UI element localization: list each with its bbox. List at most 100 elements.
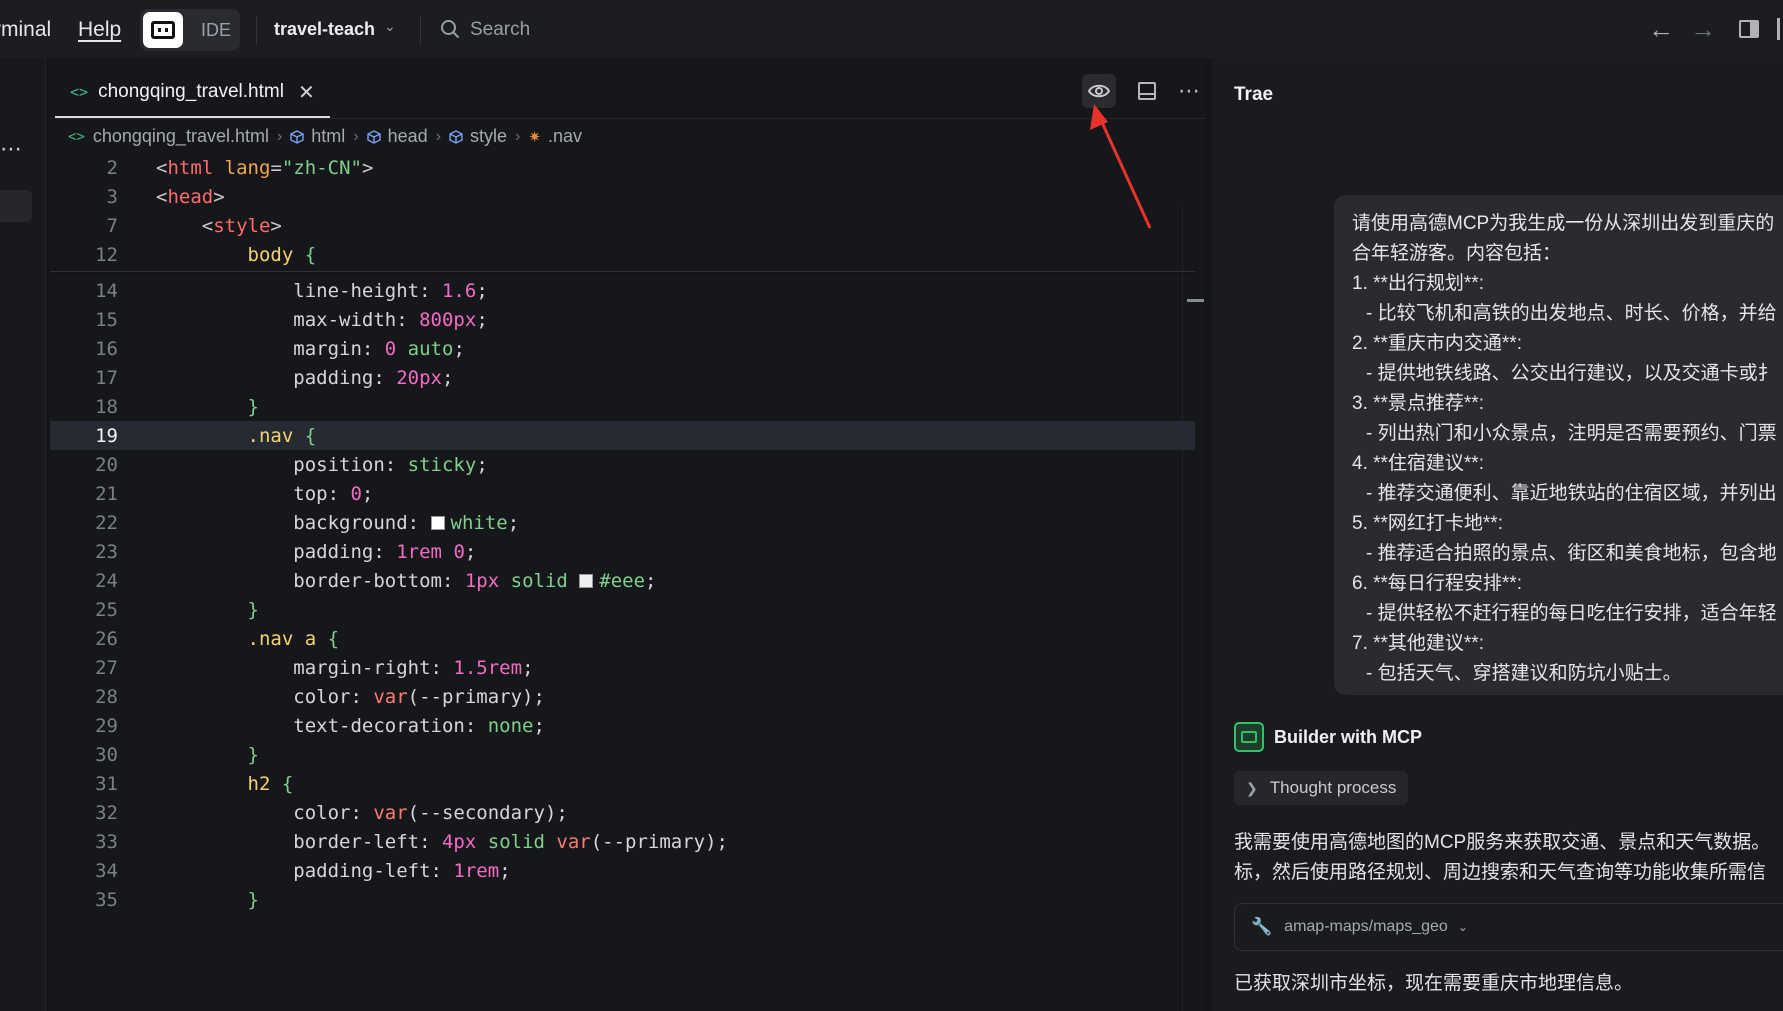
line-number: 19 [95, 424, 118, 447]
code-line[interactable]: 18 } [50, 392, 1195, 421]
search-icon[interactable] [440, 19, 460, 39]
chevron-down-icon[interactable]: ⌄ [384, 18, 396, 35]
user-message-line: - 推荐适合拍照的景点、街区和美食地标，包含地 [1366, 543, 1777, 564]
back-arrow-icon[interactable]: ← [1648, 14, 1674, 45]
user-message-line: - 推荐交通便利、靠近地铁站的住宿区域，并列出 [1366, 483, 1777, 504]
preview-button[interactable] [1082, 74, 1116, 108]
breadcrumb-item-nav[interactable]: ✷ .nav [528, 126, 582, 147]
more-dots-icon[interactable]: ⋯ [0, 136, 23, 162]
code-line[interactable]: 34 padding-left: 1rem; [50, 856, 1195, 885]
code-line[interactable]: 27 margin-right: 1.5rem; [50, 653, 1195, 682]
code-line[interactable]: 7 <style> [50, 211, 1195, 240]
line-number: 26 [95, 627, 118, 650]
code-text: margin-right: 1.5rem; [156, 656, 534, 679]
code-text: border-bottom: 1px solid #eee; [156, 569, 657, 592]
line-number: 12 [95, 243, 118, 266]
line-number: 35 [95, 888, 118, 911]
code-line[interactable]: 31 h2 { [50, 769, 1195, 798]
code-line[interactable]: 19 .nav { [50, 421, 1195, 450]
color-swatch-icon[interactable] [430, 515, 445, 530]
wrench-icon: 🔧 [1251, 917, 1273, 936]
line-number: 27 [95, 656, 118, 679]
user-message-line: - 提供地铁线路、公交出行建议，以及交通卡或扌 [1366, 363, 1777, 384]
forward-arrow-icon[interactable]: → [1690, 14, 1716, 45]
breadcrumb: <> chongqing_travel.html › html › head › … [68, 126, 582, 147]
code-line[interactable]: 14 line-height: 1.6; [50, 276, 1195, 305]
ide-mode-toggle[interactable]: IDE [140, 9, 240, 51]
line-number: 25 [95, 598, 118, 621]
user-message-line: 5. **网红打卡地**: [1352, 513, 1503, 534]
breadcrumb-item-file[interactable]: <> chongqing_travel.html [68, 126, 269, 147]
tool-call-card[interactable]: 🔧 amap-maps/maps_geo ⌄ [1234, 903, 1783, 951]
element-icon [290, 129, 304, 144]
code-text: <html lang="zh-CN"> [156, 156, 374, 179]
bot-header: Builder with MCP [1234, 722, 1422, 752]
code-text: <style> [156, 214, 282, 237]
bot-response-followup: 已获取深圳市坐标，现在需要重庆市地理信息。 [1234, 973, 1634, 994]
split-panel-icon[interactable] [1138, 82, 1156, 100]
sidebar-input-stub[interactable] [0, 190, 32, 222]
code-line[interactable]: 25 } [50, 595, 1195, 624]
user-message-line: 2. **重庆市内交通**: [1352, 333, 1522, 354]
top-menubar: rminal Help IDE travel-teach ⌄ Search ← … [0, 0, 1783, 58]
code-line[interactable]: 21 top: 0; [50, 479, 1195, 508]
code-line[interactable]: 2 <html lang="zh-CN"> [50, 153, 1195, 182]
code-line[interactable]: 23 padding: 1rem 0; [50, 537, 1195, 566]
code-text: text-decoration: none; [156, 714, 545, 737]
code-line[interactable]: 22 background: white; [50, 508, 1195, 537]
user-message-line: - 比较飞机和高铁的出发地点、时长、价格，并给 [1366, 303, 1777, 324]
trae-logo-icon [143, 12, 183, 48]
code-line[interactable]: 12 body { [50, 240, 1195, 269]
breadcrumb-item-head[interactable]: head [366, 126, 428, 147]
line-number: 28 [95, 685, 118, 708]
user-message-line: 3. **景点推荐**: [1352, 393, 1484, 414]
code-editor: <> chongqing_travel.html ✕ ⋯ <> chongqing… [50, 58, 1205, 1011]
tab-label: chongqing_travel.html [98, 81, 284, 102]
code-line[interactable]: 33 border-left: 4px solid var(--primary)… [50, 827, 1195, 856]
bot-response-line: 我需要使用高德地图的MCP服务来获取交通、景点和天气数据。 [1234, 832, 1771, 853]
code-line[interactable]: 28 color: var(--primary); [50, 682, 1195, 711]
menu-help[interactable]: Help [78, 18, 121, 42]
code-line[interactable]: 26 .nav a { [50, 624, 1195, 653]
code-file-icon: <> [68, 128, 85, 145]
toggle-panel-icon[interactable] [1739, 20, 1759, 38]
thought-process-toggle[interactable]: ❯ Thought process [1234, 771, 1409, 805]
divider [420, 16, 421, 44]
project-selector[interactable]: travel-teach [274, 19, 375, 40]
element-icon [366, 129, 381, 144]
more-icon[interactable]: ⋯ [1178, 78, 1201, 104]
code-text: max-width: 800px; [156, 308, 488, 331]
color-swatch-icon[interactable] [579, 573, 594, 588]
code-line[interactable]: 24 border-bottom: 1px solid #eee; [50, 566, 1195, 595]
code-text: padding-left: 1rem; [156, 859, 511, 882]
code-line[interactable]: 35 } [50, 885, 1195, 914]
eye-icon [1088, 84, 1110, 98]
activity-strip: ⋯ [0, 58, 46, 1011]
search-input[interactable]: Search [470, 19, 530, 41]
code-line[interactable]: 29 text-decoration: none; [50, 711, 1195, 740]
layout-edge-icon[interactable] [1777, 18, 1780, 40]
code-text: background: white; [156, 511, 520, 534]
code-text: color: var(--secondary); [156, 801, 568, 824]
code-text: top: 0; [156, 482, 374, 505]
chevron-right-icon: › [353, 127, 359, 145]
line-number: 31 [95, 772, 118, 795]
code-line[interactable]: 3 <head> [50, 182, 1195, 211]
code-line[interactable]: 30 } [50, 740, 1195, 769]
menu-terminal[interactable]: rminal [0, 18, 51, 42]
code-line[interactable]: 20 position: sticky; [50, 450, 1195, 479]
code-line[interactable]: 16 margin: 0 auto; [50, 334, 1195, 363]
breadcrumb-item-style[interactable]: style [449, 126, 507, 147]
line-number: 17 [95, 366, 118, 389]
code-line[interactable]: 17 padding: 20px; [50, 363, 1195, 392]
breadcrumb-item-html[interactable]: html [290, 126, 345, 147]
user-message-line: - 提供轻松不赶行程的每日吃住行安排，适合年轻 [1366, 603, 1777, 624]
chevron-down-icon[interactable]: ⌄ [1458, 920, 1468, 934]
code-line[interactable]: 15 max-width: 800px; [50, 305, 1195, 334]
code-text: <head> [156, 185, 225, 208]
tab-chongqing-travel[interactable]: <> chongqing_travel.html ✕ [55, 68, 330, 118]
line-number: 23 [95, 540, 118, 563]
builder-avatar-icon [1234, 722, 1264, 752]
close-icon[interactable]: ✕ [298, 80, 315, 105]
code-line[interactable]: 32 color: var(--secondary); [50, 798, 1195, 827]
